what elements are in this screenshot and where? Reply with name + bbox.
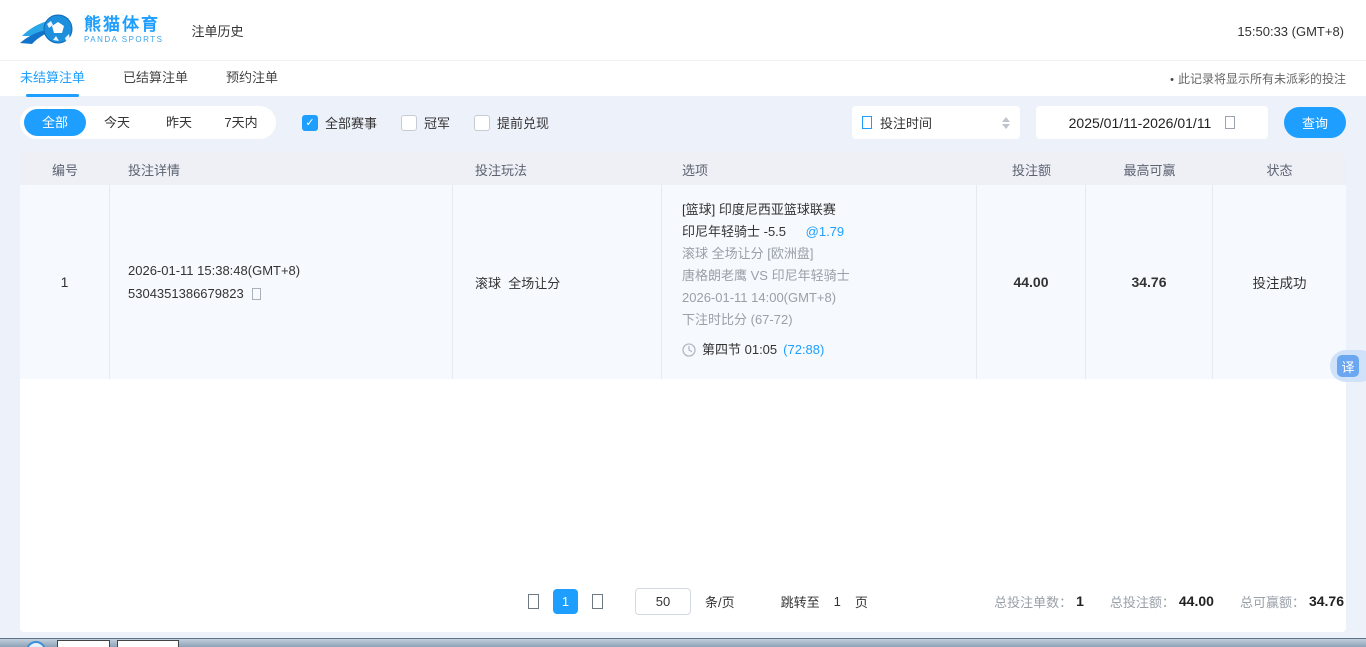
checkbox-cashout[interactable]: 提前兑现: [474, 113, 549, 132]
live-score: (72:88): [783, 339, 824, 361]
totals-summary: 总投注单数： 1 总投注额： 44.00 总可赢额： 34.76: [994, 592, 1344, 611]
header-max-win: 最高可赢: [1086, 160, 1213, 179]
total-bets-label: 总投注单数：: [994, 592, 1072, 611]
option-league: [篮球] 印度尼西亚篮球联赛: [682, 199, 976, 221]
header-play-type: 投注玩法: [453, 160, 662, 179]
logo-cn-text: 熊猫体育: [84, 16, 164, 33]
sort-by-select[interactable]: 投注时间: [852, 106, 1020, 139]
page-title: 注单历史: [192, 21, 244, 40]
total-amount-label: 总投注额：: [1110, 592, 1175, 611]
per-page-label: 条/页: [705, 592, 735, 611]
option-selection: 印尼年轻骑士 -5.5: [682, 224, 786, 239]
tab-settled-bets[interactable]: 已结算注单: [123, 61, 188, 97]
jump-page-value[interactable]: 1: [834, 594, 841, 609]
option-matchup: 唐格朗老鹰 VS 印尼年轻骑士: [682, 265, 976, 287]
row-max-win: 34.76: [1086, 185, 1213, 379]
pagination: 1 条/页 跳转至 1 页: [528, 588, 868, 615]
main-content: 全部 今天 昨天 7天内 ✓ 全部赛事 冠军 提前兑现 投注时间: [0, 106, 1366, 632]
date-range-segment: 全部 今天 昨天 7天内: [20, 106, 276, 139]
tab-reserved-bets[interactable]: 预约注单: [226, 61, 278, 97]
checkbox-unchecked-icon[interactable]: [401, 115, 417, 131]
date-range-input[interactable]: 2025/01/11-2026/01/11: [1036, 106, 1268, 139]
calendar-icon[interactable]: [1225, 116, 1235, 129]
sort-field-icon: [862, 116, 872, 129]
option-score-at-bet: 下注时比分 (67-72): [682, 309, 976, 331]
row-status: 投注成功: [1213, 185, 1346, 379]
table-row: 1 2026-01-11 15:38:48(GMT+8) 53043513866…: [20, 185, 1346, 379]
taskbar-item-fragment: [117, 640, 179, 647]
copy-icon[interactable]: [252, 288, 261, 300]
live-period: 第四节 01:05: [702, 339, 777, 361]
next-page-icon: [592, 594, 603, 609]
row-id: 1: [20, 185, 110, 379]
header-status: 状态: [1213, 160, 1346, 179]
query-button[interactable]: 查询: [1284, 107, 1346, 138]
segment-7days[interactable]: 7天内: [210, 109, 272, 136]
bet-number: 5304351386679823: [128, 286, 244, 301]
total-win-value: 34.76: [1309, 593, 1344, 609]
option-odds[interactable]: @1.79: [806, 224, 845, 239]
header-option: 选项: [662, 160, 977, 179]
panda-sports-logo[interactable]: 熊猫体育 PANDA SPORTS: [20, 10, 164, 50]
segment-today[interactable]: 今天: [86, 109, 148, 136]
prev-page-button[interactable]: [528, 594, 539, 609]
row-bet-detail: 2026-01-11 15:38:48(GMT+8) 5304351386679…: [110, 185, 453, 379]
table-footer-area: 1 条/页 跳转至 1 页 总投注单数： 1: [20, 379, 1346, 632]
option-match-time: 2026-01-11 14:00(GMT+8): [682, 287, 976, 309]
page-unit-label: 页: [855, 592, 868, 611]
page-size-input[interactable]: [635, 588, 691, 615]
panda-logo-icon: [20, 10, 78, 50]
taskbar-logo-fragment: [26, 641, 46, 647]
row-amount: 44.00: [977, 185, 1086, 379]
row-play-type: 滚球 全场让分: [453, 185, 662, 379]
tab-unsettled-bets[interactable]: 未结算注单: [20, 61, 85, 97]
table-header-row: 编号 投注详情 投注玩法 选项 投注额 最高可赢 状态: [20, 153, 1346, 185]
bets-table: 编号 投注详情 投注玩法 选项 投注额 最高可赢 状态 1 2026-01-11…: [20, 153, 1346, 632]
option-market: 滚球 全场让分 [欧洲盘]: [682, 243, 976, 265]
tab-bar: 未结算注单 已结算注单 预约注单 •此记录将显示所有未派彩的投注: [0, 60, 1366, 96]
page-number-button[interactable]: 1: [553, 589, 578, 614]
bullet-icon: •: [1170, 74, 1174, 86]
checkbox-all-events[interactable]: ✓ 全部赛事: [302, 113, 377, 132]
app-header: 熊猫体育 PANDA SPORTS 注单历史 15:50:33 (GMT+8): [0, 0, 1366, 60]
header-bet-detail: 投注详情: [110, 160, 453, 179]
prev-page-icon: [528, 594, 539, 609]
segment-all[interactable]: 全部: [24, 109, 86, 136]
total-win-label: 总可赢额：: [1240, 592, 1305, 611]
checkbox-outright[interactable]: 冠军: [401, 113, 450, 132]
next-page-button[interactable]: [592, 594, 603, 609]
tab-note: •此记录将显示所有未派彩的投注: [1170, 70, 1346, 87]
sort-caret-icon: [1002, 117, 1010, 129]
bet-time: 2026-01-11 15:38:48(GMT+8): [128, 263, 452, 278]
logo-en-text: PANDA SPORTS: [84, 36, 164, 44]
row-option: [篮球] 印度尼西亚篮球联赛 印尼年轻骑士 -5.5 @1.79 滚球 全场让分…: [662, 185, 977, 379]
total-bets-value: 1: [1076, 593, 1084, 609]
header-id: 编号: [20, 160, 110, 179]
jump-to-label: 跳转至: [781, 592, 820, 611]
taskbar-item-fragment: [57, 640, 110, 647]
checkbox-unchecked-icon[interactable]: [474, 115, 490, 131]
bottom-window-edge: [0, 638, 1366, 647]
header-amount: 投注额: [977, 160, 1086, 179]
clock-icon: [682, 343, 696, 357]
translate-icon: 译: [1337, 355, 1359, 377]
filter-bar: 全部 今天 昨天 7天内 ✓ 全部赛事 冠军 提前兑现 投注时间: [20, 106, 1346, 139]
server-time: 15:50:33 (GMT+8): [1237, 24, 1344, 39]
translate-button[interactable]: 译: [1330, 350, 1366, 382]
checkbox-checked-icon[interactable]: ✓: [302, 115, 318, 131]
segment-yesterday[interactable]: 昨天: [148, 109, 210, 136]
total-amount-value: 44.00: [1179, 593, 1214, 609]
